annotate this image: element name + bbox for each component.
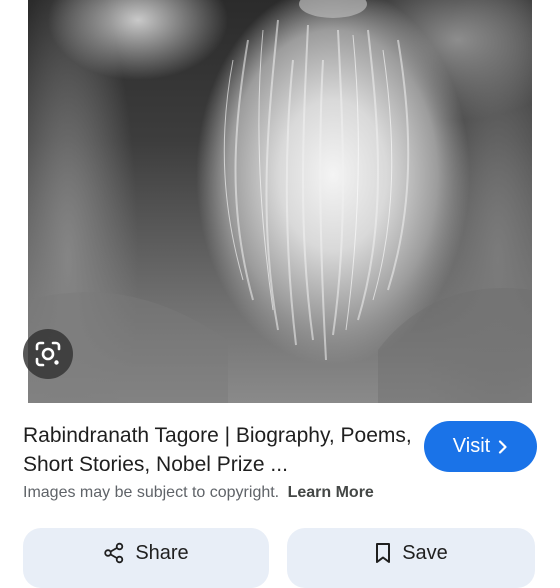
share-button[interactable]: Share <box>23 528 269 588</box>
learn-more-link[interactable]: Learn More <box>288 484 374 501</box>
google-lens-icon <box>34 340 62 368</box>
visit-label: Visit <box>452 435 491 457</box>
result-details: Rabindranath Tagore | Biography, Poems, … <box>0 403 560 588</box>
chevron-right-icon <box>498 439 508 454</box>
share-icon <box>103 542 125 564</box>
image-preview[interactable] <box>0 0 560 403</box>
copyright-notice: Images may be subject to copyright. Lear… <box>23 484 374 502</box>
result-title[interactable]: Rabindranath Tagore | Biography, Poems, … <box>23 421 413 479</box>
portrait-photo <box>28 0 532 403</box>
save-label: Save <box>402 542 448 564</box>
copyright-text: Images may be subject to copyright. <box>23 484 280 501</box>
google-lens-button[interactable] <box>23 329 73 379</box>
save-button[interactable]: Save <box>287 528 535 588</box>
share-label: Share <box>135 542 189 564</box>
visit-button[interactable]: Visit <box>424 421 537 472</box>
bookmark-icon <box>374 542 392 564</box>
